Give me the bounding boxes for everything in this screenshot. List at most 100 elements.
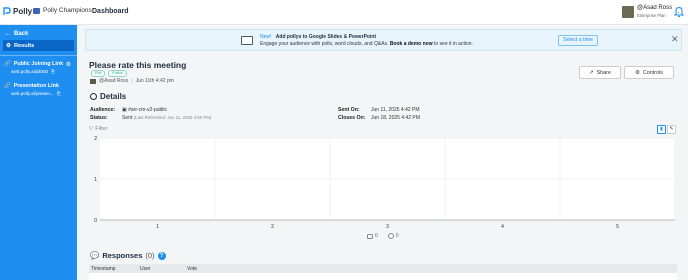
gear-icon[interactable]: ⚙ [66, 61, 71, 68]
legend-item-first: 0 [367, 233, 378, 239]
user-name: @Asad Ross [637, 5, 673, 11]
workspace-name: Polly Champions [43, 7, 92, 14]
share-icon: ↗ [589, 69, 594, 76]
audience-label: Audience: [90, 107, 116, 113]
closes-on-label: Closes On: [338, 115, 366, 121]
filter-label: Filter [95, 126, 108, 132]
new-badge: New! [260, 34, 272, 40]
column-timestamp[interactable]: Timestamp [91, 266, 116, 272]
filter-icon: ▽ [89, 126, 94, 132]
copy-icon[interactable]: ⎘ [51, 69, 55, 74]
workspace-icon [33, 7, 40, 14]
badge-public: Public [108, 70, 127, 77]
results-icon: ⚙ [6, 42, 12, 49]
share-button[interactable]: ↗ Share [579, 66, 621, 79]
presentation-icon [241, 36, 253, 45]
audience-text: #arr-cm-v2-public [128, 107, 168, 113]
controls-button[interactable]: ⚙ Controls [624, 66, 674, 79]
public-joining-link: 🔗 Public Joining Link ⚙ web.polly.ai/jdl… [4, 61, 74, 74]
sidebar-divider [0, 55, 77, 56]
details-title: Details [100, 92, 127, 101]
banner-headline: Add pollys to Google Slides & PowerPoint [275, 34, 377, 40]
audience-value: ▣ #arr-cm-v2-public [122, 107, 167, 113]
results-chart: 0 1 2 1 2 3 4 5 [94, 136, 676, 230]
user-plan: Enterprise Plan [637, 13, 666, 18]
status-value: Sent (Last Refreshed: Jun 11, 2025 4:50 … [122, 115, 211, 121]
share-label: Share [596, 69, 611, 76]
legend-item-second: 0 [387, 233, 399, 239]
responses-heading: 💬 Responses (0) ? [90, 251, 166, 260]
legend-first-count: 0 [375, 233, 378, 239]
status-text: Sent [122, 115, 133, 121]
legend-box-icon [367, 233, 373, 239]
poll-badges: Poll Public [91, 70, 127, 77]
y-tick-label: 0 [94, 218, 97, 224]
channel-icon: ▣ [122, 107, 127, 113]
sidebar-item-results[interactable]: ⚙ Results [3, 40, 74, 51]
user-menu[interactable]: @Asad Ross Enterprise Plan ⌄ [622, 5, 680, 19]
sent-on-label: Sent On: [338, 107, 360, 113]
responses-title: Responses [102, 251, 143, 260]
comment-icon: 💬 [90, 251, 100, 260]
created-time: Jun 11th 4:42 pm [135, 78, 174, 84]
back-button[interactable]: ← Back [5, 31, 28, 37]
presentation-link-title: Presentation Link [13, 83, 59, 89]
polly-logo[interactable]: Polly [3, 7, 32, 16]
closes-on-value: Jun 18, 2025 4:42 PM [371, 115, 420, 121]
workspace-switcher[interactable]: Polly Champions [33, 7, 92, 14]
x-tick-label: 3 [386, 224, 389, 230]
nav-dashboard[interactable]: Dashboard [92, 8, 129, 15]
info-icon [90, 93, 97, 100]
details-heading: Details [90, 92, 126, 101]
badge-poll: Poll [91, 70, 106, 77]
bell-icon[interactable] [674, 6, 684, 17]
controls-label: Controls [642, 69, 663, 76]
filter-button[interactable]: ▽ Filter [89, 126, 107, 132]
copy-icon[interactable]: ⎘ [57, 91, 61, 96]
polly-logo-icon [3, 7, 11, 15]
pencil-icon: ✎ [669, 126, 674, 132]
gear-icon: ⚙ [635, 69, 640, 76]
y-tick-label: 1 [94, 177, 97, 183]
avatar [622, 6, 634, 18]
help-icon[interactable]: ? [157, 251, 166, 260]
banner-body: Engage your audience with polls, word cl… [260, 41, 389, 47]
close-icon[interactable]: ✕ [671, 35, 679, 44]
public-link-url[interactable]: web.polly.ai/jdl493 [11, 69, 48, 74]
sent-on-value: Jun 11, 2025 4:42 PM [371, 107, 420, 113]
responses-table-header: Timestamp User Vote [89, 264, 677, 273]
select-time-button[interactable]: Select a time [558, 35, 598, 46]
banner-body-suffix: to see it in action. [433, 41, 473, 47]
author-name: @Asad Ross [99, 78, 129, 84]
legend-second-count: 0 [395, 233, 399, 239]
x-tick-label: 5 [616, 224, 619, 230]
meta-separator: | [131, 78, 133, 84]
presentation-link: 🔗 Presentation Link web.polly.ai/presen.… [4, 83, 74, 96]
sidebar: ← Back ⚙ Results 🔗 Public Joining Link ⚙… [0, 25, 77, 280]
page-title: Please rate this meeting [89, 60, 187, 70]
legend-circle-icon [387, 233, 394, 239]
back-label: Back [14, 31, 29, 37]
bar-chart-icon: ▮ [660, 126, 663, 132]
y-tick-label: 2 [94, 136, 97, 142]
chart-legend: 0 0 [367, 233, 399, 239]
public-link-title: Public Joining Link [13, 61, 64, 67]
brand-name: Polly [13, 7, 33, 16]
link-icon: 🔗 [4, 83, 11, 89]
sidebar-item-label: Results [14, 42, 35, 49]
x-tick-label: 4 [501, 224, 504, 230]
promo-banner: New! Add pollys to Google Slides & Power… [85, 29, 682, 51]
status-refreshed: (Last Refreshed: Jun 11, 2025 4:50 PM) [133, 115, 212, 120]
x-tick-label: 1 [156, 224, 159, 230]
x-tick-label: 2 [271, 224, 274, 230]
top-bar: Polly Polly Champions Dashboard @Asad Ro… [0, 0, 688, 25]
column-vote[interactable]: Vote [187, 266, 197, 272]
author-avatar [90, 78, 96, 84]
responses-table-body [89, 273, 677, 280]
presentation-link-url[interactable]: web.polly.ai/presen... [11, 91, 54, 96]
status-label: Status: [90, 115, 108, 121]
banner-cta-link[interactable]: Book a demo now [390, 41, 433, 47]
column-user[interactable]: User [140, 266, 151, 272]
link-icon: 🔗 [4, 61, 11, 67]
arrow-left-icon: ← [5, 31, 11, 37]
